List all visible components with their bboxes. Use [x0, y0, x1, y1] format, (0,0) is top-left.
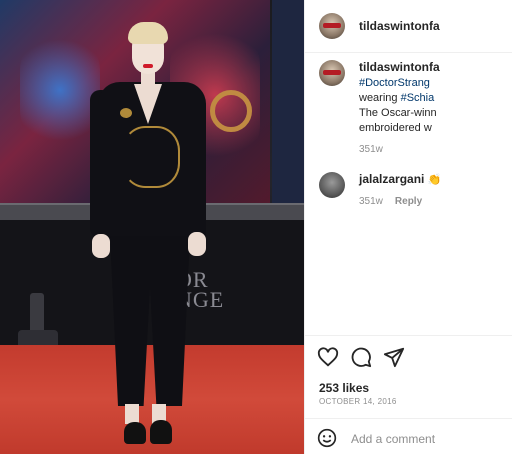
- caption-username[interactable]: tildaswintonfa: [359, 60, 440, 74]
- caption-text-2: wearing: [359, 92, 401, 104]
- caption-time[interactable]: 351w: [359, 142, 440, 157]
- heart-icon[interactable]: [317, 346, 339, 368]
- likes-count[interactable]: 253 likes: [319, 381, 369, 395]
- comment-time[interactable]: 351w: [359, 196, 383, 207]
- add-comment-input[interactable]: Add a comment: [351, 432, 435, 446]
- hashtag-schiaparelli[interactable]: #Schia: [401, 92, 435, 104]
- author-avatar[interactable]: [319, 13, 345, 39]
- post-photo[interactable]: OR NGE: [0, 0, 304, 454]
- caption-avatar[interactable]: [319, 60, 345, 86]
- post-dialog: OR NGE tildaswintonfa tildaswintonfa #Do…: [0, 0, 512, 454]
- commenter-avatar[interactable]: [319, 172, 345, 198]
- caption: tildaswintonfa #DoctorStrang wearing #Sc…: [319, 60, 512, 157]
- emoji-icon[interactable]: [317, 428, 337, 448]
- person: [0, 0, 304, 454]
- action-bar: [305, 335, 512, 380]
- share-icon[interactable]: [383, 346, 405, 368]
- commenter-username[interactable]: jalalzargani: [359, 172, 424, 186]
- author-username[interactable]: tildaswintonfa: [359, 19, 440, 33]
- post-date[interactable]: OCTOBER 14, 2016: [319, 397, 397, 406]
- reply-button[interactable]: Reply: [395, 196, 422, 207]
- comment-icon[interactable]: [350, 346, 372, 368]
- post-sidebar: tildaswintonfa tildaswintonfa #DoctorStr…: [304, 0, 512, 454]
- comment-item: jalalzargani 👏 351w Reply: [319, 172, 512, 209]
- comment-text: 👏: [427, 174, 442, 186]
- post-header: tildaswintonfa: [305, 0, 512, 53]
- caption-text-4: embroidered w: [359, 122, 432, 134]
- hashtag-doctor-strange[interactable]: #DoctorStrang: [359, 77, 430, 89]
- caption-text-3: The Oscar-winn: [359, 107, 437, 119]
- add-comment-bar: Add a comment: [305, 418, 512, 454]
